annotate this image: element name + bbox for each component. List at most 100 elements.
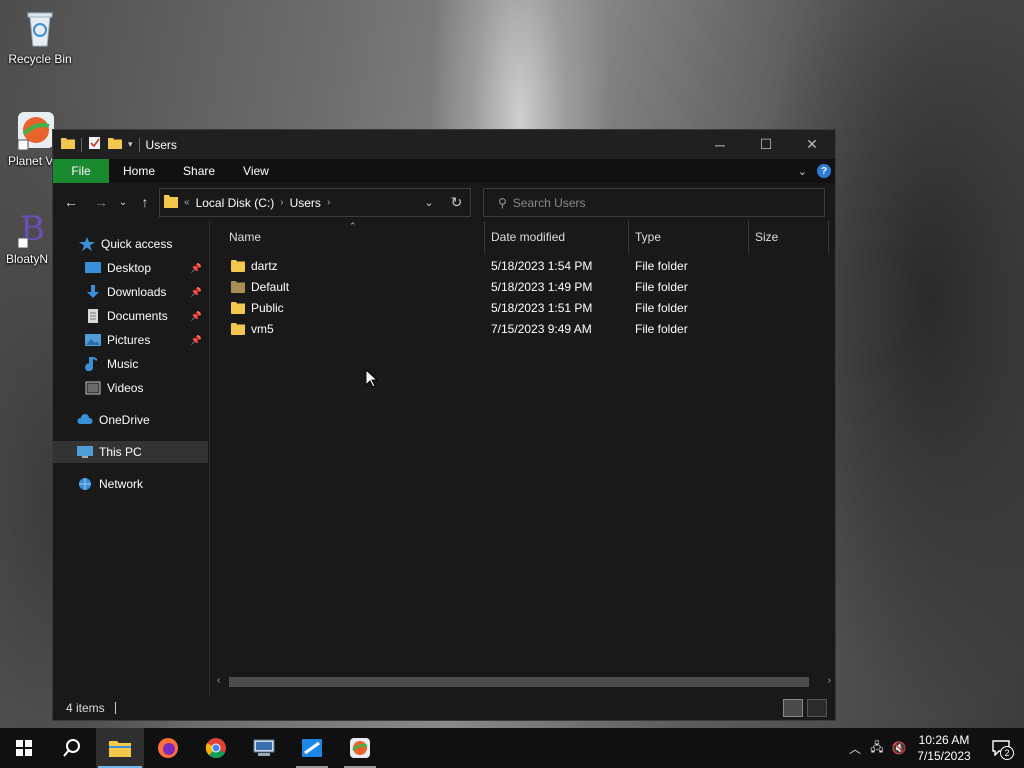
large-icons-view-button[interactable] bbox=[807, 699, 827, 717]
breadcrumb-chevron-icon[interactable]: › bbox=[327, 197, 330, 208]
tab-view[interactable]: View bbox=[229, 159, 283, 183]
search-input[interactable] bbox=[512, 195, 793, 210]
tab-file[interactable]: File bbox=[53, 159, 109, 183]
volume-muted-icon[interactable]: 🔇 bbox=[888, 741, 910, 755]
scroll-left-icon[interactable]: ‹ bbox=[217, 675, 220, 686]
nav-item-label: Network bbox=[99, 477, 144, 491]
folder-icon bbox=[231, 301, 245, 314]
toolbar-separator bbox=[138, 137, 140, 152]
address-dropdown-button[interactable]: ⌄ bbox=[416, 196, 442, 209]
file-name: dartz bbox=[251, 258, 278, 273]
start-icon bbox=[16, 740, 32, 756]
properties-icon[interactable] bbox=[88, 137, 102, 152]
taskbar-search-button[interactable] bbox=[48, 728, 96, 768]
table-row[interactable]: Public 5/18/2023 1:51 PM File folder bbox=[223, 297, 823, 318]
nav-item-label: Videos bbox=[107, 381, 144, 395]
search-box[interactable]: ⚲ bbox=[483, 188, 825, 217]
table-row[interactable]: dartz 5/18/2023 1:54 PM File folder bbox=[223, 255, 823, 276]
network-status-icon[interactable]: 🖧 bbox=[866, 738, 888, 759]
scrollbar-thumb[interactable] bbox=[229, 677, 809, 687]
show-hidden-icons-button[interactable]: ︿ bbox=[844, 740, 866, 757]
nav-item-pictures[interactable]: Pictures 📌 bbox=[53, 329, 208, 351]
details-view-button[interactable] bbox=[783, 699, 803, 717]
nav-item-label: OneDrive bbox=[99, 413, 150, 427]
nav-item-documents[interactable]: Documents 📌 bbox=[53, 305, 208, 327]
recycle-bin-icon bbox=[20, 8, 60, 48]
taskbar-planet-vpn[interactable] bbox=[336, 728, 384, 768]
breadcrumb-users[interactable]: Users bbox=[290, 196, 321, 210]
file-type: File folder bbox=[635, 279, 688, 294]
start-button[interactable] bbox=[0, 728, 48, 768]
breadcrumb-overflow[interactable]: « bbox=[184, 197, 190, 208]
scroll-right-icon[interactable]: › bbox=[828, 675, 831, 686]
close-button[interactable]: ✕ bbox=[789, 130, 835, 159]
nav-item-this-pc[interactable]: This PC bbox=[53, 441, 208, 463]
forward-button[interactable]: → bbox=[89, 190, 113, 214]
taskbar: ︿ 🖧 🔇 10:26 AM 7/15/2023 2 bbox=[0, 728, 1024, 768]
maximize-button[interactable]: ☐ bbox=[743, 130, 789, 159]
system-tray: ︿ 🖧 🔇 10:26 AM 7/15/2023 2 bbox=[844, 728, 1024, 768]
desktop-icon-label: Recycle Bin bbox=[8, 52, 72, 66]
breadcrumb-chevron-icon[interactable]: › bbox=[280, 197, 283, 208]
taskbar-file-explorer[interactable] bbox=[96, 728, 144, 768]
nav-item-desktop[interactable]: Desktop 📌 bbox=[53, 257, 208, 279]
help-button[interactable]: ? bbox=[817, 164, 831, 178]
column-date-modified[interactable]: Date modified bbox=[485, 221, 629, 253]
file-date: 5/18/2023 1:54 PM bbox=[491, 258, 593, 273]
file-type: File folder bbox=[635, 300, 688, 315]
pin-icon: 📌 bbox=[190, 286, 202, 297]
nav-item-network[interactable]: Network bbox=[53, 473, 208, 495]
chevron-down-icon: ⌄ bbox=[118, 196, 128, 208]
nav-item-onedrive[interactable]: OneDrive bbox=[53, 409, 208, 431]
status-divider bbox=[114, 702, 116, 714]
tab-home[interactable]: Home bbox=[109, 159, 169, 183]
taskbar-network-app[interactable] bbox=[240, 728, 288, 768]
recent-locations-button[interactable]: ⌄ bbox=[115, 190, 131, 214]
taskbar-chrome[interactable] bbox=[192, 728, 240, 768]
column-size[interactable]: Size bbox=[749, 221, 829, 253]
address-bar[interactable]: « Local Disk (C:) › Users › ⌄ ↻ bbox=[159, 188, 471, 217]
nav-item-downloads[interactable]: Downloads 📌 bbox=[53, 281, 208, 303]
action-center-button[interactable]: 2 bbox=[978, 728, 1024, 768]
tab-share[interactable]: Share bbox=[169, 159, 229, 183]
refresh-button[interactable]: ↻ bbox=[442, 194, 470, 211]
folder-icon bbox=[231, 322, 245, 335]
maximize-icon: ☐ bbox=[759, 136, 773, 152]
desktop-icon bbox=[85, 262, 101, 273]
customize-toolbar-icon[interactable]: ▾ bbox=[128, 139, 133, 150]
folder-icon bbox=[231, 280, 245, 293]
clock[interactable]: 10:26 AM 7/15/2023 bbox=[910, 732, 978, 764]
title-bar[interactable]: ▾ Users ─ ☐ ✕ bbox=[53, 130, 835, 159]
taskbar-firefox[interactable] bbox=[144, 728, 192, 768]
column-name[interactable]: Name bbox=[223, 221, 485, 253]
navigation-pane: Quick access Desktop 📌 Downloads 📌 Docum… bbox=[53, 221, 210, 696]
horizontal-scrollbar[interactable]: ‹ › bbox=[211, 673, 835, 691]
minimize-button[interactable]: ─ bbox=[697, 130, 743, 159]
expand-ribbon-icon[interactable]: ⌄ bbox=[798, 165, 807, 178]
nav-item-label: Desktop bbox=[107, 261, 152, 275]
pin-icon: 📌 bbox=[190, 310, 202, 321]
taskbar-remote-app[interactable] bbox=[288, 728, 336, 768]
notification-count-badge: 2 bbox=[1000, 746, 1014, 760]
file-date: 5/18/2023 1:51 PM bbox=[491, 300, 593, 315]
nav-item-videos[interactable]: Videos bbox=[53, 377, 208, 399]
minimize-icon: ─ bbox=[715, 136, 725, 153]
nav-item-music[interactable]: Music bbox=[53, 353, 208, 375]
star-icon bbox=[79, 237, 95, 251]
nav-item-quick-access[interactable]: Quick access bbox=[53, 233, 208, 255]
up-button[interactable]: ↑ bbox=[133, 190, 157, 214]
table-row[interactable]: vm5 7/15/2023 9:49 AM File folder bbox=[223, 318, 823, 339]
quick-access-toolbar: ▾ bbox=[53, 137, 140, 152]
new-folder-icon[interactable] bbox=[108, 137, 122, 152]
pin-icon: 📌 bbox=[190, 262, 202, 273]
music-icon bbox=[85, 357, 98, 371]
column-type[interactable]: Type bbox=[629, 221, 749, 253]
back-button[interactable]: ← bbox=[59, 190, 83, 214]
table-row[interactable]: Default 5/18/2023 1:49 PM File folder bbox=[223, 276, 823, 297]
ribbon-tabs: File Home Share View ⌄ ? bbox=[53, 159, 835, 183]
computer-icon bbox=[77, 446, 93, 458]
breadcrumb-local-disk[interactable]: Local Disk (C:) bbox=[196, 196, 275, 210]
status-bar: 4 items bbox=[53, 696, 835, 720]
desktop-icon-recycle-bin[interactable]: Recycle Bin bbox=[2, 8, 78, 66]
clock-date: 7/15/2023 bbox=[917, 749, 971, 763]
